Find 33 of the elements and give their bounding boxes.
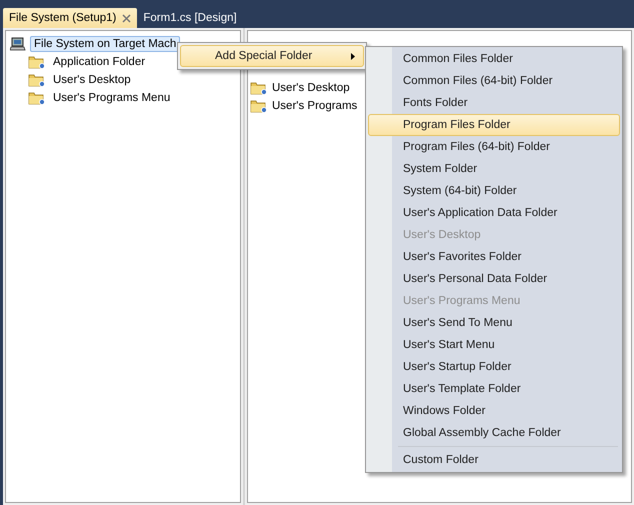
- tree-item[interactable]: User's Desktop: [49, 72, 135, 88]
- document-tab[interactable]: Form1.cs [Design]: [137, 8, 243, 28]
- menu-item[interactable]: Common Files (64-bit) Folder: [368, 70, 620, 92]
- folder-list-item[interactable]: User's Desktop: [271, 80, 351, 96]
- menu-item[interactable]: Windows Folder: [368, 400, 620, 422]
- tree-item[interactable]: Application Folder: [49, 54, 150, 70]
- menu-item[interactable]: User's Start Menu: [368, 334, 620, 356]
- menu-item[interactable]: System (64-bit) Folder: [368, 180, 620, 202]
- document-tab[interactable]: File System (Setup1): [3, 8, 138, 28]
- menu-item[interactable]: System Folder: [368, 158, 620, 180]
- folder-list-item[interactable]: User's Programs: [271, 98, 358, 114]
- menu-item[interactable]: User's Template Folder: [368, 378, 620, 400]
- computer-icon: [10, 37, 26, 51]
- menu-item[interactable]: User's Personal Data Folder: [368, 268, 620, 290]
- menu-item[interactable]: Program Files (64-bit) Folder: [368, 136, 620, 158]
- folder-icon: [28, 73, 45, 87]
- menu-item[interactable]: User's Send To Menu: [368, 312, 620, 334]
- menu-item[interactable]: User's Startup Folder: [368, 356, 620, 378]
- menu-item[interactable]: Custom Folder: [368, 449, 620, 471]
- tree-item[interactable]: User's Programs Menu: [49, 90, 174, 106]
- folder-icon: [250, 81, 267, 95]
- menu-item[interactable]: User's Application Data Folder: [368, 202, 620, 224]
- tree-item[interactable]: File System on Target Mach: [30, 36, 180, 52]
- close-icon[interactable]: [122, 14, 132, 22]
- menu-item[interactable]: User's Favorites Folder: [368, 246, 620, 268]
- menu-item[interactable]: Program Files Folder: [368, 114, 620, 136]
- menu-item[interactable]: Fonts Folder: [368, 92, 620, 114]
- folder-icon: [28, 91, 45, 105]
- menu-item[interactable]: Common Files Folder: [368, 48, 620, 70]
- folder-icon: [28, 55, 45, 69]
- folder-icon: [250, 99, 267, 113]
- menu-item[interactable]: Global Assembly Cache Folder: [368, 422, 620, 444]
- menu-item[interactable]: Add Special Folder: [180, 45, 364, 67]
